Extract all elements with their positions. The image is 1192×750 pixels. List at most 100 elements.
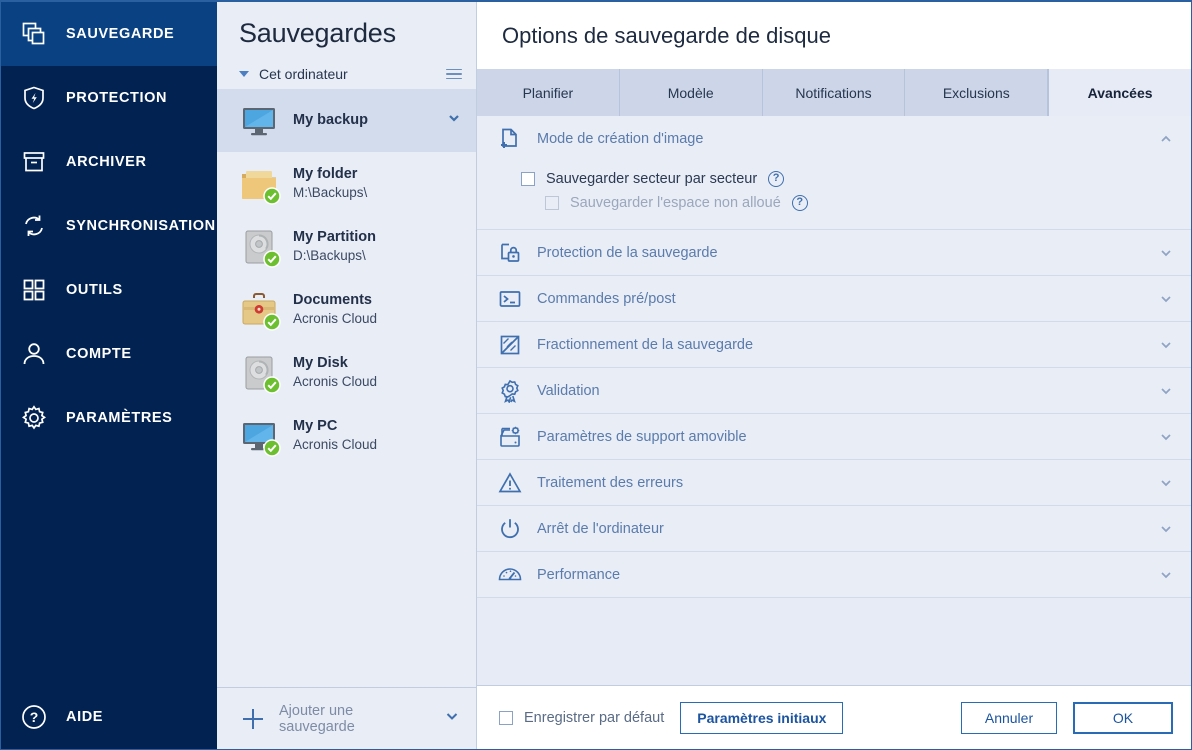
backup-item-location: M:\Backups\ (293, 185, 368, 201)
dialog-tabs: Planifier Modèle Notifications Exclusions Av… (477, 69, 1191, 116)
tab-notifications[interactable]: Notifications (762, 69, 906, 116)
backup-list-item[interactable]: My Partition D:\Backups\ (217, 215, 476, 278)
option-section: Validation (477, 368, 1191, 414)
option-section-header[interactable]: Performance (477, 552, 1191, 597)
option-section-header[interactable]: Traitement des erreurs (477, 460, 1191, 505)
chevron-down-icon[interactable] (1159, 384, 1173, 398)
monitor-icon (239, 416, 281, 457)
hdd-icon (239, 353, 281, 394)
reset-settings-button[interactable]: Paramètres initiaux (680, 701, 844, 734)
caret-down-icon[interactable] (239, 71, 249, 77)
backup-list-item[interactable]: My PC Acronis Cloud (217, 404, 476, 467)
backup-list-panel: Sauvegardes Cet ordinateur My backup My f… (217, 2, 477, 749)
power-icon (497, 516, 523, 542)
sidebar-item-label: PROTECTION (66, 90, 168, 106)
backup-item-name: My backup (293, 111, 368, 128)
hdd-icon (239, 227, 281, 268)
save-default-label: Enregistrer par défaut (524, 709, 665, 726)
chevron-down-icon[interactable] (1159, 430, 1173, 444)
chevron-down-icon[interactable] (1159, 476, 1173, 490)
options-dialog: Options de sauvegarde de disque Planifie… (477, 2, 1191, 749)
grid-icon (19, 275, 49, 305)
chevron-down-icon[interactable] (444, 708, 460, 729)
add-backup-label: Ajouter une sauvegarde (279, 702, 355, 735)
chevron-down-icon[interactable] (1159, 246, 1173, 260)
backup-item-name: My Partition (293, 228, 376, 245)
backup-list-item[interactable]: My backup (217, 89, 476, 152)
sidebar-item-archiver[interactable]: ARCHIVER (1, 130, 217, 194)
option-section-label: Arrêt de l'ordinateur (537, 520, 664, 537)
backup-item-location: Acronis Cloud (293, 437, 378, 453)
user-icon (19, 339, 49, 369)
backup-list-item[interactable]: Documents Acronis Cloud (217, 278, 476, 341)
archive-icon (19, 147, 49, 177)
sidebar-item-protection[interactable]: PROTECTION (1, 66, 217, 130)
tab-planifier[interactable]: Planifier (477, 69, 620, 116)
checkbox-box[interactable] (521, 172, 535, 186)
ok-button[interactable]: OK (1073, 701, 1173, 734)
ribbon-icon (497, 378, 523, 404)
tab-label: Avancées (1087, 84, 1153, 101)
chevron-down-icon[interactable] (1159, 338, 1173, 352)
sidebar-help-label: AIDE (66, 709, 104, 725)
option-checkbox-label: Sauvegarder secteur par secteur (546, 171, 758, 187)
lock-icon (497, 240, 523, 266)
tab-modle[interactable]: Modèle (619, 69, 763, 116)
sidebar-item-label: SAUVEGARDE (66, 26, 175, 42)
chevron-up-icon[interactable] (1159, 132, 1173, 146)
split-icon (497, 332, 523, 358)
backup-group-header[interactable]: Cet ordinateur (217, 59, 476, 89)
chevron-down-icon[interactable] (1159, 292, 1173, 306)
tab-label: Planifier (522, 84, 574, 101)
option-section-label: Validation (537, 382, 600, 399)
sidebar-item-outils[interactable]: OUTILS (1, 258, 217, 322)
backup-list-item[interactable]: My folder M:\Backups\ (217, 152, 476, 215)
option-section-header[interactable]: Mode de création d'image (477, 116, 1191, 161)
option-section-header[interactable]: Protection de la sauvegarde (477, 230, 1191, 275)
backup-list-item[interactable]: My Disk Acronis Cloud (217, 341, 476, 404)
tab-avances[interactable]: Avancées (1048, 69, 1191, 116)
dialog-title: Options de sauvegarde de disque (502, 22, 832, 48)
sidebar-item-paramtres[interactable]: PARAMÈTRES (1, 386, 217, 450)
chevron-down-icon[interactable] (1159, 522, 1173, 536)
add-backup-button[interactable]: Ajouter une sauvegarde (217, 687, 476, 749)
media-gear-icon (497, 424, 523, 450)
checkbox-box[interactable] (499, 710, 513, 725)
backup-item-location: Acronis Cloud (293, 374, 378, 390)
option-section-header[interactable]: Fractionnement de la sauvegarde (477, 322, 1191, 367)
option-section: Fractionnement de la sauvegarde (477, 322, 1191, 368)
tab-exclusions[interactable]: Exclusions (905, 69, 1049, 116)
briefcase-icon (239, 290, 281, 331)
backup-item-name: My Disk (293, 354, 348, 371)
terminal-icon (497, 286, 523, 312)
sidebar-item-synchronisation[interactable]: SYNCHRONISATION (1, 194, 217, 258)
option-section-label: Protection de la sauvegarde (537, 244, 718, 261)
option-section-header[interactable]: Commandes pré/post (477, 276, 1191, 321)
option-checkbox-row[interactable]: Sauvegarder l'espace non alloué? (477, 191, 1191, 215)
backup-item-name: My PC (293, 417, 338, 434)
panel-title: Sauvegardes (239, 18, 396, 48)
sidebar-item-label: ARCHIVER (66, 154, 147, 170)
option-checkbox-row[interactable]: Sauvegarder secteur par secteur? (477, 167, 1191, 191)
option-checkbox-label: Sauvegarder l'espace non alloué (570, 195, 781, 211)
sidebar-item-compte[interactable]: COMPTE (1, 322, 217, 386)
sidebar-item-sauvegarde[interactable]: SAUVEGARDE (1, 2, 217, 66)
help-icon[interactable]: ? (791, 195, 808, 211)
sidebar-item-help[interactable]: ? AIDE (1, 685, 217, 749)
backup-item-name: Documents (293, 291, 372, 308)
help-icon[interactable]: ? (768, 171, 785, 187)
option-section: Commandes pré/post (477, 276, 1191, 322)
cancel-button[interactable]: Annuler (961, 701, 1057, 734)
backup-items-list: My backup My folder M:\Backups\ My Partitio… (217, 89, 476, 687)
backup-group-label: Cet ordinateur (259, 66, 348, 82)
option-section-header[interactable]: Arrêt de l'ordinateur (477, 506, 1191, 551)
option-section-header[interactable]: Validation (477, 368, 1191, 413)
sync-icon (19, 211, 49, 241)
option-section-label: Mode de création d'image (537, 130, 704, 147)
hamburger-icon[interactable] (446, 68, 462, 80)
chevron-down-icon[interactable] (1159, 568, 1173, 582)
chevron-down-icon[interactable] (446, 110, 462, 131)
gauge-icon (497, 562, 523, 588)
save-default-checkbox[interactable]: Enregistrer par défaut (499, 710, 664, 726)
option-section-header[interactable]: Paramètres de support amovible (477, 414, 1191, 459)
